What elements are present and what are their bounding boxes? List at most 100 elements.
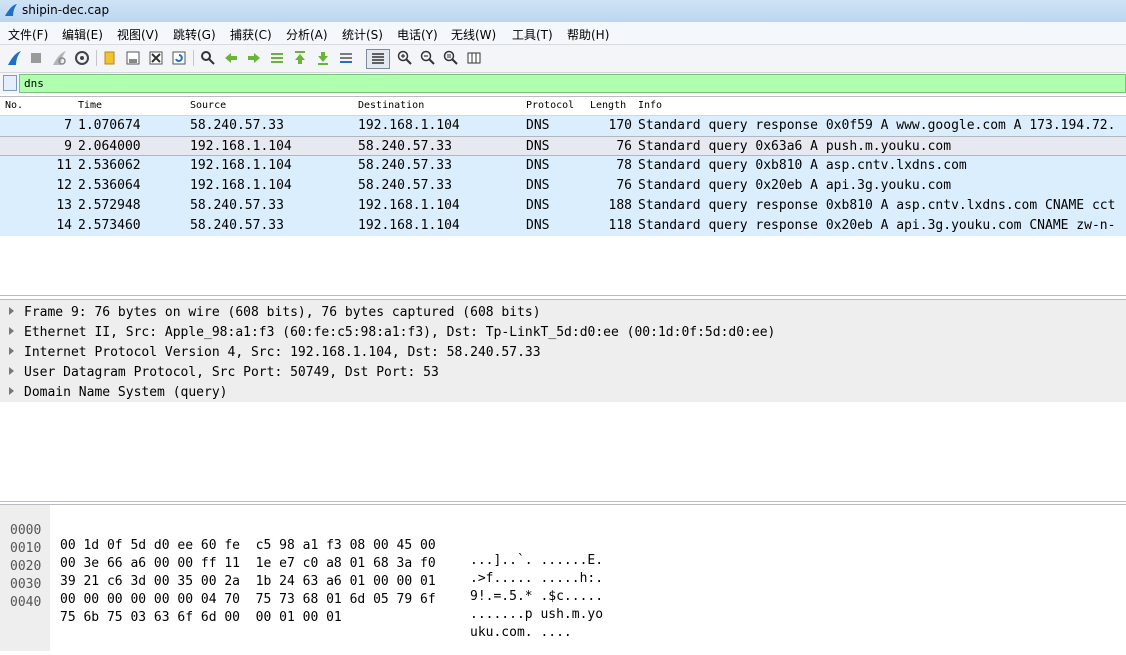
packet-time: 2.573460	[78, 218, 141, 233]
packet-no: 13	[56, 198, 72, 213]
column-header-no[interactable]: No.	[5, 100, 23, 111]
packet-length: 76	[616, 139, 632, 154]
toolbar-separator	[96, 50, 97, 66]
window-title: shipin-dec.cap	[22, 3, 110, 17]
packet-length: 170	[608, 118, 632, 133]
menu-capture[interactable]: 捕获(C)	[230, 26, 272, 43]
packet-time: 2.064000	[78, 139, 141, 154]
packet-no: 12	[56, 178, 72, 193]
bytes-hex[interactable]: 00 3e 66 a6 00 00 ff 11 1e e7 c0 a8 01 6…	[60, 556, 436, 571]
save-file-icon[interactable]	[124, 49, 142, 67]
menu-wireless[interactable]: 无线(W)	[451, 26, 496, 43]
packet-destination: 58.240.57.33	[358, 178, 452, 193]
packet-info: Standard query 0xb810 A asp.cntv.lxdns.c…	[638, 158, 967, 173]
menu-go[interactable]: 跳转(G)	[173, 26, 216, 43]
packet-source: 58.240.57.33	[190, 198, 284, 213]
menu-analyze[interactable]: 分析(A)	[286, 26, 328, 43]
go-back-icon[interactable]	[222, 49, 240, 67]
autoscroll-icon[interactable]	[337, 49, 355, 67]
bytes-ascii[interactable]: 9!.=.5.* .$c.....	[470, 589, 603, 604]
packet-info: Standard query response 0x0f59 A www.goo…	[638, 118, 1116, 133]
packet-protocol: DNS	[526, 118, 550, 133]
column-header-destination[interactable]: Destination	[358, 100, 424, 111]
menu-help[interactable]: 帮助(H)	[567, 26, 609, 43]
menu-edit[interactable]: 编辑(E)	[62, 26, 103, 43]
column-header-protocol[interactable]: Protocol	[526, 100, 574, 111]
packet-row[interactable]: 13 2.572948 58.240.57.33 192.168.1.104 D…	[0, 196, 1126, 216]
tree-item-label: User Datagram Protocol, Src Port: 50749,…	[24, 365, 439, 380]
packet-details[interactable]: Frame 9: 76 bytes on wire (608 bits), 76…	[0, 299, 1126, 502]
capture-options-icon[interactable]	[73, 49, 91, 67]
bytes-hex[interactable]: 75 6b 75 03 63 6f 6d 00 00 01 00 01	[60, 610, 342, 625]
bytes-hex[interactable]: 39 21 c6 3d 00 35 00 2a 1b 24 63 a6 01 0…	[60, 574, 436, 589]
tree-item-ipv4[interactable]: Internet Protocol Version 4, Src: 192.16…	[0, 342, 1126, 362]
packet-list[interactable]: No. Time Source Destination Protocol Len…	[0, 96, 1126, 296]
display-filter-bar	[0, 73, 1126, 94]
packet-length: 76	[616, 178, 632, 193]
packet-row[interactable]: 11 2.536062 192.168.1.104 58.240.57.33 D…	[0, 156, 1126, 176]
menu-telephony[interactable]: 电话(Y)	[397, 26, 438, 43]
tree-item-udp[interactable]: User Datagram Protocol, Src Port: 50749,…	[0, 362, 1126, 382]
filter-bookmark-icon[interactable]	[3, 75, 17, 91]
packet-list-header: No. Time Source Destination Protocol Len…	[0, 97, 1126, 116]
packet-length: 188	[608, 198, 632, 213]
packet-length: 78	[616, 158, 632, 173]
normal-size-icon[interactable]	[442, 49, 460, 67]
first-packet-icon[interactable]	[291, 49, 309, 67]
packet-info: Standard query response 0xb810 A asp.cnt…	[638, 198, 1116, 213]
menu-file[interactable]: 文件(F)	[8, 26, 48, 43]
tree-item-dns[interactable]: Domain Name System (query)	[0, 382, 1126, 402]
stop-capture-icon[interactable]	[27, 49, 45, 67]
bytes-row: 0030 00 00 00 00 00 00 04 70 75 73 68 01…	[0, 562, 603, 622]
go-to-packet-icon[interactable]	[268, 49, 286, 67]
go-forward-icon[interactable]	[245, 49, 263, 67]
packet-protocol: DNS	[526, 158, 550, 173]
wireshark-logo-icon	[5, 4, 17, 16]
column-header-time[interactable]: Time	[78, 100, 102, 111]
packet-bytes[interactable]: 0000 00 1d 0f 5d d0 ee 60 fe c5 98 a1 f3…	[0, 504, 1126, 651]
column-header-length[interactable]: Length	[590, 100, 626, 111]
packet-destination: 192.168.1.104	[358, 118, 460, 133]
tree-item-ethernet[interactable]: Ethernet II, Src: Apple_98:a1:f3 (60:fe:…	[0, 322, 1126, 342]
menu-statistics[interactable]: 统计(S)	[342, 26, 383, 43]
menu-tools[interactable]: 工具(T)	[512, 26, 553, 43]
start-capture-icon[interactable]	[5, 49, 23, 67]
packet-destination: 192.168.1.104	[358, 198, 460, 213]
reload-file-icon[interactable]	[170, 49, 188, 67]
bytes-ascii[interactable]: uku.com. ....	[470, 625, 572, 640]
close-file-icon[interactable]	[147, 49, 165, 67]
restart-capture-icon[interactable]	[50, 49, 68, 67]
packet-source: 192.168.1.104	[190, 158, 292, 173]
display-filter-input[interactable]	[19, 74, 1126, 93]
expand-arrow-icon[interactable]	[9, 387, 14, 395]
expand-arrow-icon[interactable]	[9, 367, 14, 375]
open-file-icon[interactable]	[102, 49, 120, 67]
packet-row[interactable]: 12 2.536064 192.168.1.104 58.240.57.33 D…	[0, 176, 1126, 196]
bytes-hex[interactable]: 00 00 00 00 00 00 04 70 75 73 68 01 6d 0…	[60, 592, 436, 607]
zoom-out-icon[interactable]	[419, 49, 437, 67]
packet-destination: 58.240.57.33	[358, 139, 452, 154]
tree-item-frame[interactable]: Frame 9: 76 bytes on wire (608 bits), 76…	[0, 302, 1126, 322]
expand-arrow-icon[interactable]	[9, 347, 14, 355]
column-header-info[interactable]: Info	[638, 100, 662, 111]
find-packet-icon[interactable]	[199, 49, 217, 67]
column-header-source[interactable]: Source	[190, 100, 226, 111]
menu-view[interactable]: 视图(V)	[117, 26, 159, 43]
last-packet-icon[interactable]	[314, 49, 332, 67]
packet-row[interactable]: 7 1.070674 58.240.57.33 192.168.1.104 DN…	[0, 116, 1126, 136]
colorize-icon[interactable]	[366, 49, 390, 69]
tree-item-label: Frame 9: 76 bytes on wire (608 bits), 76…	[24, 305, 541, 320]
packet-protocol: DNS	[526, 198, 550, 213]
packet-row[interactable]: 14 2.573460 58.240.57.33 192.168.1.104 D…	[0, 216, 1126, 236]
bytes-ascii[interactable]: .......p ush.m.yo	[470, 607, 603, 622]
bytes-ascii[interactable]: ...]..`. ......E.	[470, 553, 603, 568]
main-toolbar	[0, 45, 1126, 73]
bytes-hex[interactable]: 00 1d 0f 5d d0 ee 60 fe c5 98 a1 f3 08 0…	[60, 538, 436, 553]
expand-arrow-icon[interactable]	[9, 307, 14, 315]
zoom-in-icon[interactable]	[396, 49, 414, 67]
resize-columns-icon[interactable]	[465, 49, 483, 67]
bytes-ascii[interactable]: .>f..... .....h:.	[470, 571, 603, 586]
expand-arrow-icon[interactable]	[9, 327, 14, 335]
packet-row-selected[interactable]: 9 2.064000 192.168.1.104 58.240.57.33 DN…	[0, 136, 1126, 156]
packet-info: Standard query 0x63a6 A push.m.youku.com	[638, 139, 952, 154]
